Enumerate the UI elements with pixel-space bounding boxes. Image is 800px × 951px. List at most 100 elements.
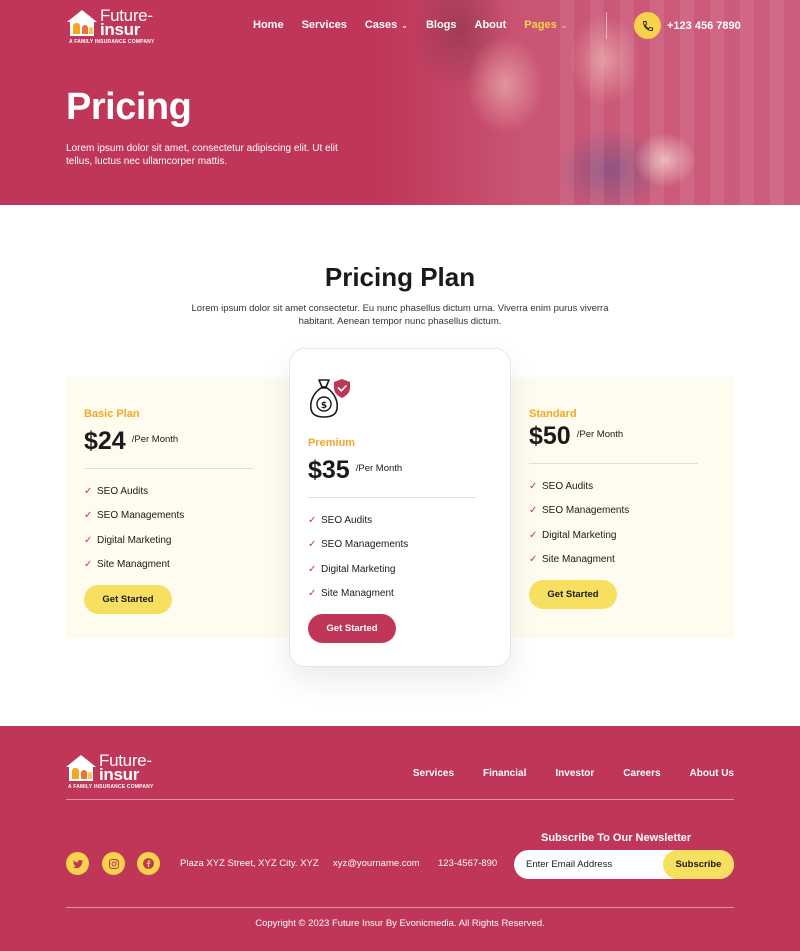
- newsletter-email-input[interactable]: [526, 850, 666, 879]
- twitter-icon[interactable]: [66, 852, 89, 875]
- site-footer: Future- insur A FAMILY INSURANCE COMPANY…: [0, 726, 800, 951]
- feature-label: Digital Marketing: [542, 529, 617, 541]
- footer-phone[interactable]: 123-4567-890: [438, 858, 497, 869]
- nav-label: Pages: [524, 19, 557, 31]
- instagram-icon[interactable]: [102, 852, 125, 875]
- pricing-card-premium: $ Premium $35 /Per Month ✓ SEO Audits ✓ SE…: [289, 348, 511, 667]
- newsletter-title: Subscribe To Our Newsletter: [541, 832, 692, 844]
- feature-item: ✓ SEO Managements: [84, 504, 253, 529]
- feature-label: Site Managment: [542, 554, 615, 566]
- feature-item: ✓ Digital Marketing: [529, 523, 698, 548]
- header-divider: [606, 12, 607, 39]
- card-divider: [84, 468, 253, 469]
- check-icon: ✓: [529, 529, 538, 541]
- feature-item: ✓ Site Managment: [529, 548, 698, 573]
- nav-label: About: [474, 19, 507, 31]
- plan-price: $35: [308, 456, 350, 484]
- newsletter-form: Subscribe: [514, 850, 734, 879]
- copyright-text: Copyright © 2023 Future Insur By Evonicm…: [255, 918, 545, 929]
- check-icon: ✓: [84, 510, 93, 522]
- nav-label: Services: [301, 19, 347, 31]
- nav-blogs[interactable]: Blogs: [426, 19, 457, 31]
- card-divider: [308, 497, 476, 498]
- page-title: Pricing: [66, 86, 192, 128]
- section-description: Lorem ipsum dolor sit amet consectetur. …: [191, 303, 609, 327]
- footer-nav-financial[interactable]: Financial: [483, 768, 526, 779]
- feature-label: SEO Audits: [97, 485, 149, 497]
- plan-period: /Per Month: [576, 429, 624, 440]
- chevron-down-icon: ⌄: [560, 20, 568, 30]
- logo-word-2: insur: [100, 20, 141, 40]
- footer-nav-services[interactable]: Services: [413, 768, 454, 779]
- footer-divider: [66, 799, 734, 800]
- feature-label: SEO Managements: [321, 539, 409, 551]
- nav-pages[interactable]: Pages ⌄: [524, 19, 567, 31]
- pricing-card-basic: Basic Plan $24 /Per Month ✓ SEO Audits ✓ S…: [84, 408, 253, 614]
- feature-list: ✓ SEO Audits ✓ SEO Managements ✓ Digital Ma…: [84, 479, 253, 577]
- get-started-button-premium[interactable]: Get Started: [308, 614, 396, 643]
- feature-label: Site Managment: [97, 559, 170, 571]
- hero-description: Lorem ipsum dolor sit amet, consectetur …: [66, 143, 338, 167]
- logo-tagline: A FAMILY INSURANCE COMPANY: [69, 39, 155, 45]
- footer-email[interactable]: xyz@yourname.com: [333, 858, 420, 869]
- plan-name: Standard: [529, 408, 577, 420]
- logo-word-2: insur: [99, 765, 140, 785]
- nav-label: Cases: [364, 19, 398, 31]
- plan-period: /Per Month: [355, 463, 403, 474]
- header-phone[interactable]: +123 456 7890: [667, 20, 741, 32]
- feature-item: ✓ Digital Marketing: [308, 557, 492, 582]
- chevron-down-icon: ⌄: [401, 20, 408, 30]
- feature-label: SEO Managements: [542, 505, 630, 517]
- footer-bottom-divider: [66, 907, 734, 908]
- plan-price: $24: [84, 427, 126, 455]
- hero-banner: Future- insur A FAMILY INSURANCE COMPANY…: [0, 0, 800, 205]
- nav-about[interactable]: About: [475, 19, 507, 31]
- check-icon: ✓: [308, 539, 317, 551]
- feature-list: ✓ SEO Audits ✓ SEO Managements ✓ Digital Ma…: [308, 508, 492, 606]
- check-icon: ✓: [84, 485, 93, 497]
- check-icon: ✓: [308, 563, 317, 575]
- footer-nav-about-us[interactable]: About Us: [690, 768, 734, 779]
- feature-label: SEO Managements: [97, 510, 185, 522]
- feature-item: ✓ SEO Audits: [84, 479, 253, 504]
- feature-list: ✓ SEO Audits ✓ SEO Managements ✓ Digital Ma…: [529, 474, 698, 572]
- feature-item: ✓ SEO Audits: [529, 474, 698, 499]
- feature-item: ✓ Site Managment: [84, 553, 253, 578]
- phone-icon[interactable]: [634, 12, 661, 39]
- main-nav: Home Services Cases ⌄ Blogs About Pages ⌄: [253, 19, 585, 31]
- get-started-button-standard[interactable]: Get Started: [529, 580, 617, 609]
- feature-label: Digital Marketing: [97, 534, 172, 546]
- plan-name: Premium: [308, 437, 356, 449]
- check-icon: ✓: [84, 559, 93, 571]
- pricing-card-standard: Standard $50 /Per Month ✓ SEO Audits ✓ SEO…: [529, 408, 698, 609]
- footer-nav-investor[interactable]: Investor: [555, 768, 594, 779]
- footer-nav: Services Financial Investor Careers Abou…: [384, 768, 734, 779]
- footer-logo[interactable]: Future- insur A FAMILY INSURANCE COMPANY: [66, 752, 153, 790]
- subscribe-button[interactable]: Subscribe: [663, 850, 734, 879]
- nav-cases[interactable]: Cases ⌄: [365, 19, 408, 31]
- check-icon: ✓: [529, 480, 538, 492]
- nav-label: Blogs: [425, 19, 457, 31]
- get-started-button-basic[interactable]: Get Started: [84, 585, 172, 614]
- footer-address: Plaza XYZ Street, XYZ City. XYZ: [180, 858, 319, 869]
- feature-item: ✓ SEO Managements: [529, 499, 698, 524]
- nav-home[interactable]: Home: [253, 19, 284, 31]
- facebook-icon[interactable]: [137, 852, 160, 875]
- feature-item: ✓ Digital Marketing: [84, 528, 253, 553]
- svg-text:$: $: [321, 401, 327, 411]
- check-icon: ✓: [84, 534, 93, 546]
- nav-services[interactable]: Services: [302, 19, 347, 31]
- card-divider: [529, 463, 698, 464]
- feature-item: ✓ SEO Audits: [308, 508, 492, 533]
- feature-label: Digital Marketing: [321, 563, 396, 575]
- site-logo[interactable]: Future- insur A FAMILY INSURANCE COMPANY: [67, 7, 154, 45]
- check-icon: ✓: [308, 588, 317, 600]
- house-family-icon: [67, 10, 97, 37]
- plan-price: $50: [529, 422, 571, 450]
- logo-tagline: A FAMILY INSURANCE COMPANY: [68, 784, 154, 790]
- footer-nav-careers[interactable]: Careers: [623, 768, 660, 779]
- section-title: Pricing Plan: [324, 262, 476, 292]
- feature-label: SEO Audits: [321, 514, 373, 526]
- plan-name: Basic Plan: [84, 408, 140, 420]
- feature-label: Site Managment: [321, 588, 394, 600]
